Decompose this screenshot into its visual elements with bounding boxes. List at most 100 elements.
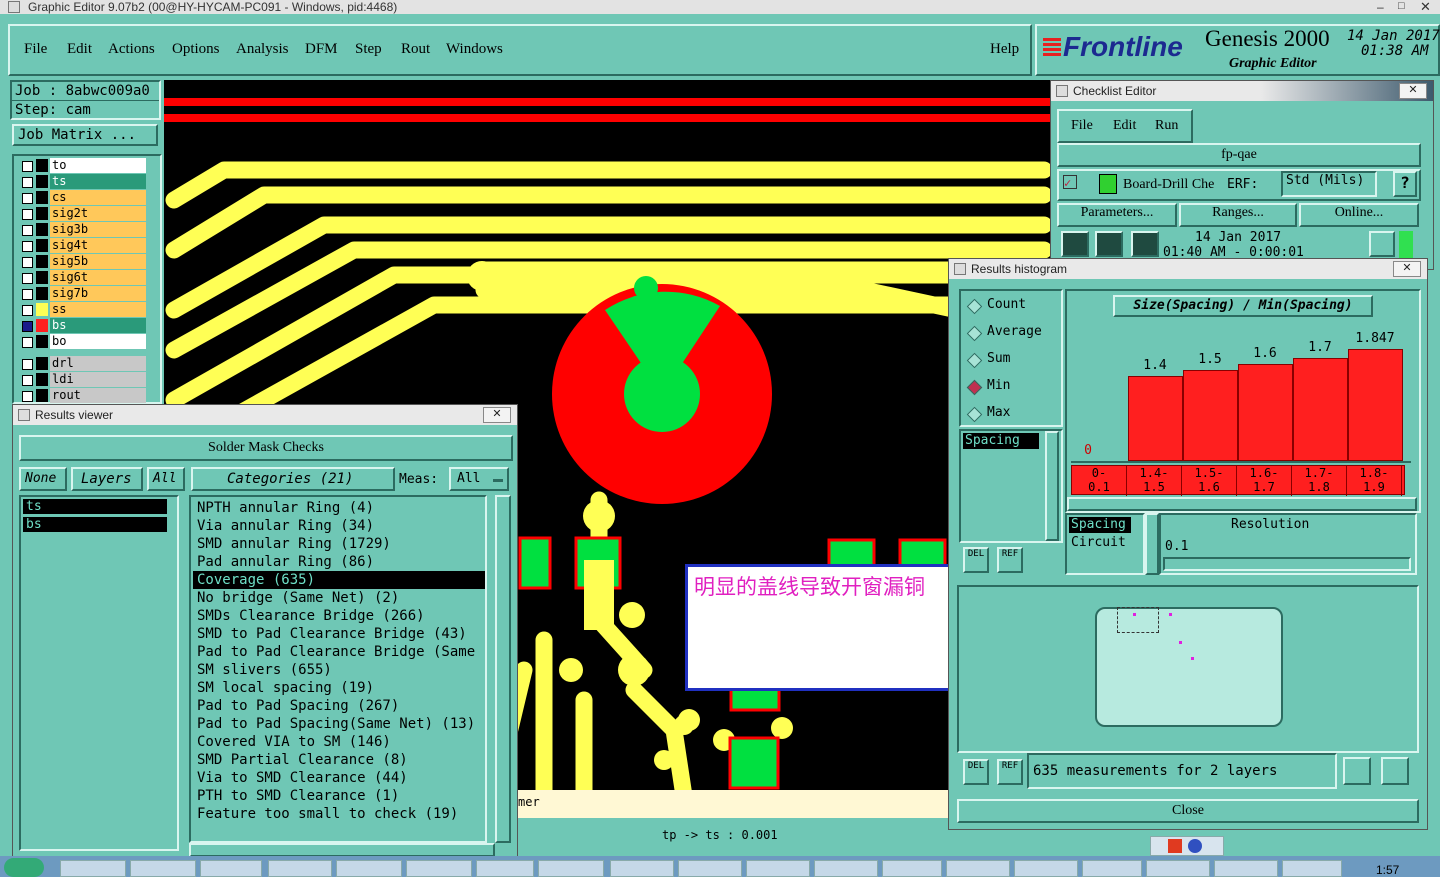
export-icon[interactable] [1343,757,1371,785]
histogram-bar[interactable] [1293,358,1348,461]
close-icon[interactable]: ✕ [483,407,511,423]
category-item[interactable]: SMDs Clearance Bridge (266) [193,607,485,625]
taskbar-item[interactable] [538,860,604,877]
list-item[interactable]: Spacing [1069,517,1131,533]
resolution-slider[interactable] [1163,557,1411,571]
online-button[interactable]: Online... [1299,203,1419,227]
list-item[interactable]: Circuit [1069,535,1131,551]
taskbar-item[interactable] [1214,860,1278,877]
category-item[interactable]: Pad annular Ring (86) [193,553,485,571]
erf-value[interactable]: Std (Mils) [1281,171,1377,197]
category-item[interactable]: SMD Partial Clearance (8) [193,751,485,769]
layer-checkbox[interactable] [22,289,33,300]
taskbar-item[interactable] [1282,860,1342,877]
layer-checkbox[interactable] [22,241,33,252]
close-button[interactable]: Close [957,799,1419,823]
mode-radio-count[interactable]: Count [965,295,1061,319]
vertical-scrollbar[interactable] [1045,431,1059,541]
menu-analysis[interactable]: Analysis [236,41,289,58]
layer-row[interactable]: sig3b [16,222,146,237]
layer-checkbox[interactable] [22,177,33,188]
all-button[interactable]: All [147,467,185,491]
layer-row[interactable]: sig2t [16,206,146,221]
layer-checkbox[interactable] [22,257,33,268]
export-icon[interactable] [1381,757,1409,785]
category-item[interactable]: Coverage (635) [193,571,485,589]
layer-checkbox[interactable] [22,225,33,236]
menu-edit[interactable]: Edit [1113,118,1136,134]
layer-name[interactable]: sig2t [50,206,146,221]
taskbar-item[interactable] [130,860,196,877]
menu-file[interactable]: File [1071,118,1093,134]
layer-color-swatch[interactable] [36,175,48,188]
mode-radio-average[interactable]: Average [965,322,1061,346]
none-button[interactable]: None [19,467,67,491]
layer-name[interactable]: ts [50,174,146,189]
layer-color-swatch[interactable] [36,357,48,370]
menu-step[interactable]: Step [355,41,382,58]
layer-name[interactable]: ldi [50,372,146,387]
layer-checkbox[interactable] [22,273,33,284]
maximize-icon[interactable]: □ [1398,0,1405,12]
close-icon[interactable]: ✕ [1420,0,1431,15]
layer-checkbox[interactable] [22,193,33,204]
layers-button[interactable]: Layers [71,467,143,491]
layer-row[interactable]: sig5b [16,254,146,269]
layer-checkbox[interactable] [22,375,33,386]
layer-checkbox[interactable] [22,337,33,348]
category-item[interactable]: PTH to SMD Clearance (1) [193,787,485,805]
histogram-bar[interactable] [1128,376,1183,461]
category-item[interactable]: Pad to Pad Spacing(Same Net) (13) [193,715,485,733]
layer-checkbox[interactable] [22,161,33,172]
taskbar-item[interactable] [882,860,942,877]
menu-help[interactable]: Help [990,41,1019,58]
job-matrix-button[interactable]: Job Matrix ... [12,124,158,146]
layer-row[interactable]: ss [16,302,146,317]
layer-row[interactable]: ldi [16,372,146,387]
zoom-icon[interactable] [1369,231,1395,257]
layer-checkbox[interactable] [22,359,33,370]
menu-run[interactable]: Run [1155,118,1178,134]
layer-name[interactable]: sig6t [50,270,146,285]
layer-name[interactable]: sig5b [50,254,146,269]
del-button[interactable]: DEL [963,547,989,573]
menu-actions[interactable]: Actions [108,41,155,58]
menu-file[interactable]: File [24,41,47,58]
category-item[interactable]: Via annular Ring (34) [193,517,485,535]
taskbar-item[interactable] [1082,860,1142,877]
horizontal-scrollbar[interactable] [189,843,495,857]
mode-radio-sum[interactable]: Sum [965,349,1061,373]
layer-name[interactable]: cs [50,190,146,205]
close-icon[interactable]: ✕ [1393,261,1421,277]
layer-color-swatch[interactable] [36,191,48,204]
layer-name[interactable]: sig7b [50,286,146,301]
layer-row[interactable]: bs [16,318,146,333]
ranges-button[interactable]: Ranges... [1179,203,1297,227]
ref-button[interactable]: REF [997,547,1023,573]
category-item[interactable]: Pad to Pad Spacing (267) [193,697,485,715]
layer-row[interactable]: sig7b [16,286,146,301]
checkbox-icon[interactable]: ✓ [1063,175,1077,190]
minimize-icon[interactable]: – [1377,0,1384,14]
run-icon[interactable] [1061,231,1089,257]
layer-name[interactable]: to [50,158,146,173]
layer-row[interactable]: sig6t [16,270,146,285]
histogram-bar[interactable] [1238,364,1293,461]
taskbar-item[interactable] [200,860,262,877]
categories-button[interactable]: Categories (21) [191,467,395,491]
layer-color-swatch[interactable] [36,287,48,300]
layer-checkbox[interactable] [22,209,33,220]
layer-checkbox[interactable] [22,391,33,402]
horizontal-scrollbar[interactable] [1067,497,1417,511]
help-tray-icon[interactable] [1188,839,1202,853]
taskbar-item[interactable] [268,860,332,877]
layer-name[interactable]: sig4t [50,238,146,253]
layer-name[interactable]: rout [50,388,146,403]
category-item[interactable]: NPTH annular Ring (4) [193,499,485,517]
layer-row[interactable]: cs [16,190,146,205]
ref-button[interactable]: REF [997,759,1023,785]
taskbar-item[interactable] [1146,860,1210,877]
meas-dropdown[interactable]: All [449,467,509,491]
parameters-button[interactable]: Parameters... [1057,203,1177,227]
taskbar-item[interactable] [814,860,878,877]
